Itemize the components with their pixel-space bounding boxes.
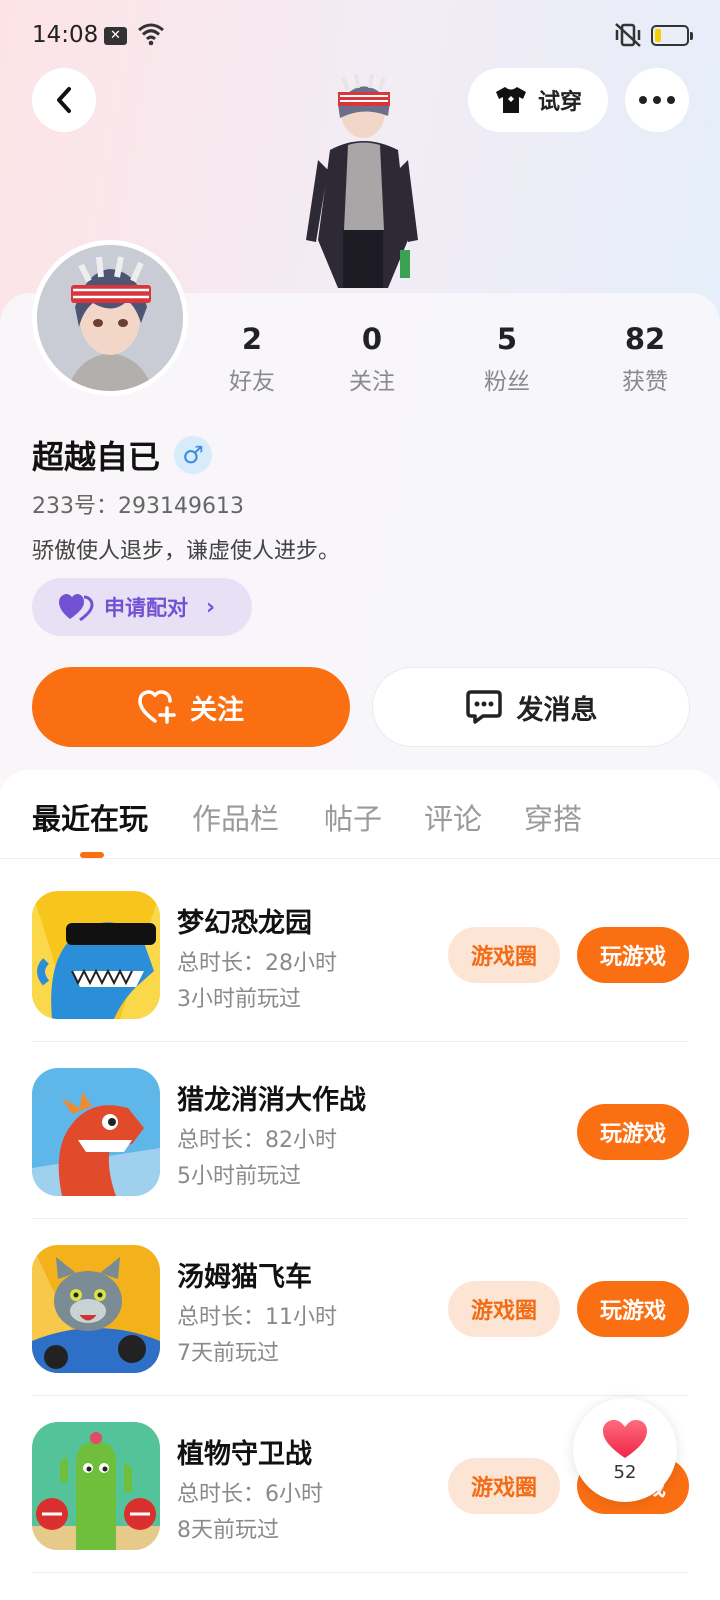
play-game-button[interactable]: 玩游戏 xyxy=(577,1281,689,1337)
stat-value: 82 xyxy=(624,322,666,356)
status-time: 14:08 xyxy=(32,22,99,48)
vibrate-mute-icon xyxy=(613,22,643,52)
follow-label: 关注 xyxy=(190,694,244,726)
tab-comments[interactable]: 评论 xyxy=(424,796,482,838)
game-icon-dream-dinosaur-park[interactable] xyxy=(32,891,160,1019)
game-last-played: 8天前玩过 xyxy=(177,1518,279,1543)
try-on-label: 试穿 xyxy=(537,90,582,115)
game-circle-button[interactable]: 游戏圈 xyxy=(448,1281,560,1337)
stat-followers[interactable]: 5 粉丝 xyxy=(452,322,562,396)
list-item[interactable]: 梦幻恐龙园 总时长：28小时 3小时前玩过 游戏圈 玩游戏 xyxy=(32,891,689,1067)
game-name: 猎龙消消大作战 xyxy=(177,1085,366,1116)
play-game-button[interactable]: 玩游戏 xyxy=(577,1104,689,1160)
stat-likes[interactable]: 82 获赞 xyxy=(590,322,700,396)
divider xyxy=(32,1041,688,1042)
game-total-duration: 总时长：82小时 xyxy=(177,1128,337,1153)
game-total-duration: 总时长：28小时 xyxy=(177,951,337,976)
list-item[interactable]: 猎龙消消大作战 总时长：82小时 5小时前玩过 玩游戏 xyxy=(32,1068,689,1244)
stat-label: 好友 xyxy=(229,369,275,395)
stat-friends[interactable]: 2 好友 xyxy=(197,322,307,396)
chat-bubble-icon xyxy=(465,690,502,724)
divider xyxy=(0,858,720,859)
username: 超越自已 xyxy=(32,438,161,476)
stat-label: 获赞 xyxy=(622,369,668,395)
tab-recently-played[interactable]: 最近在玩 xyxy=(32,796,148,838)
heart-plus-icon xyxy=(138,690,176,724)
tab-outfits[interactable]: 穿搭 xyxy=(524,796,582,838)
request-pair-label: 申请配对 xyxy=(104,596,188,620)
divider xyxy=(32,1395,688,1396)
heart-icon xyxy=(603,1419,647,1458)
game-circle-button[interactable]: 游戏圈 xyxy=(448,1458,560,1514)
bio: 骄傲使人退步，谦虚使人进步。 xyxy=(32,539,341,564)
floating-like-button[interactable]: 52 xyxy=(573,1398,677,1502)
game-icon-tom-cat-racing[interactable] xyxy=(32,1245,160,1373)
stats-row: 2 好友 0 关注 5 粉丝 82 获赞 xyxy=(0,322,720,402)
chevron-left-icon xyxy=(57,87,71,113)
avatar-character-figure xyxy=(306,73,418,288)
follow-button[interactable]: 关注 xyxy=(32,667,350,747)
tshirt-icon xyxy=(495,87,526,113)
send-message-label: 发消息 xyxy=(516,694,598,726)
stat-label: 粉丝 xyxy=(484,369,530,395)
tab-posts[interactable]: 帖子 xyxy=(324,796,382,838)
chevron-right-icon: › xyxy=(206,594,216,620)
divider xyxy=(32,1218,688,1219)
send-message-button[interactable]: 发消息 xyxy=(372,667,690,747)
wifi-icon xyxy=(137,22,165,50)
username-row: 超越自已 ♂ xyxy=(32,432,213,478)
game-name: 植物守卫战 xyxy=(177,1439,312,1470)
game-icon-plant-defense[interactable] xyxy=(32,1422,160,1550)
more-options-button[interactable] xyxy=(625,68,689,132)
double-heart-icon xyxy=(59,594,94,621)
stat-value: 2 xyxy=(241,322,263,356)
request-pair-button[interactable]: 申请配对 › xyxy=(32,578,252,636)
more-dots-icon xyxy=(639,96,647,104)
stat-value: 0 xyxy=(361,322,383,356)
tab-works[interactable]: 作品栏 xyxy=(192,796,279,838)
user-id: 233号：293149613 xyxy=(32,494,244,519)
stat-following[interactable]: 0 关注 xyxy=(317,322,427,396)
game-name: 梦幻恐龙园 xyxy=(177,908,312,939)
status-bar: 14:08 ✕ xyxy=(0,0,720,72)
game-total-duration: 总时长：6小时 xyxy=(177,1482,323,1507)
male-gender-icon: ♂ xyxy=(174,436,213,474)
back-button[interactable] xyxy=(32,68,96,132)
notification-icon: ✕ xyxy=(104,27,127,45)
battery-icon xyxy=(651,25,693,46)
like-count: 52 xyxy=(613,1461,637,1483)
try-on-button[interactable]: 试穿 xyxy=(468,68,608,132)
game-last-played: 3小时前玩过 xyxy=(177,987,301,1012)
game-last-played: 7天前玩过 xyxy=(177,1341,279,1366)
stat-value: 5 xyxy=(496,322,518,356)
list-item[interactable]: 汤姆猫飞车 总时长：11小时 7天前玩过 游戏圈 玩游戏 xyxy=(32,1245,689,1421)
game-name: 汤姆猫飞车 xyxy=(177,1262,312,1293)
stat-label: 关注 xyxy=(349,369,395,395)
divider xyxy=(32,1572,688,1573)
game-last-played: 5小时前玩过 xyxy=(177,1164,301,1189)
game-icon-dragon-hunt-match[interactable] xyxy=(32,1068,160,1196)
game-circle-button[interactable]: 游戏圈 xyxy=(448,927,560,983)
game-total-duration: 总时长：11小时 xyxy=(177,1305,337,1330)
play-game-button[interactable]: 玩游戏 xyxy=(577,927,689,983)
